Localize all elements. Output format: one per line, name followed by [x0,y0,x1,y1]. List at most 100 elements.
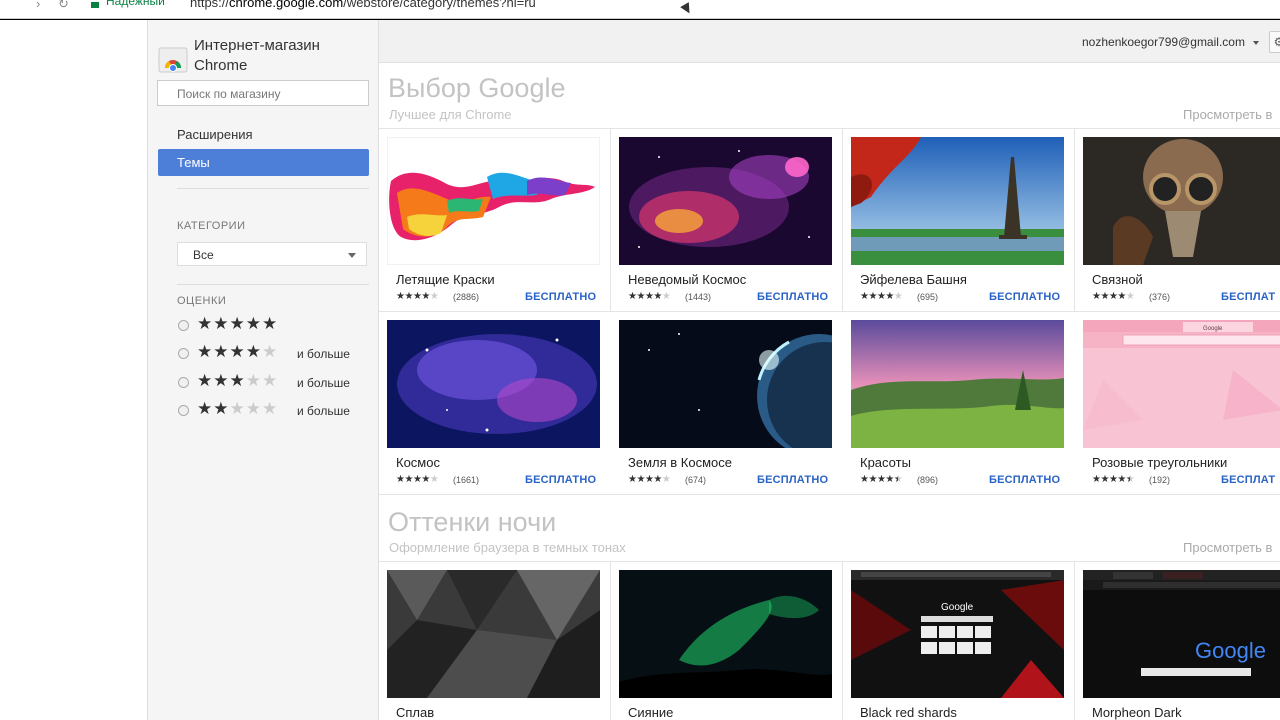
price-label[interactable]: БЕСПЛАТНО [757,474,828,486]
review-count: (2886) [453,292,480,302]
theme-card[interactable]: Сплав [379,562,611,720]
theme-thumbnail [1083,137,1280,265]
theme-card[interactable]: Неведомый Космос ★★★★★ (1443) БЕСПЛАТНО [611,129,843,312]
store-title[interactable]: Интернет-магазин Chrome [194,36,374,76]
theme-card[interactable]: Google Black red shards [843,562,1075,720]
price-label[interactable]: БЕСПЛАТ [1221,474,1275,486]
address-bar[interactable]: › ↻ Надежный https://chrome.google.com/w… [0,0,1280,19]
rating-filter-2[interactable]: ★★★★★ и больше [177,399,377,422]
lock-icon [91,2,99,8]
star-filled-icon: ★ [197,342,214,361]
theme-name[interactable]: Эйфелева Башня [860,272,967,287]
star-filled-icon: ★ [229,314,246,333]
theme-name[interactable]: Розовые треугольники [1092,455,1227,470]
star-empty-icon: ★ [661,291,671,302]
theme-stars: ★★★★★ [396,474,439,485]
account-email[interactable]: nozhenkoegor799@gmail.com [1082,35,1245,49]
theme-name[interactable]: Black red shards [860,705,957,720]
star-filled-icon: ★ [245,342,262,361]
price-label[interactable]: БЕСПЛАТНО [757,291,828,303]
theme-name[interactable]: Связной [1092,272,1143,287]
star-filled-icon: ★ [1117,291,1126,302]
thumb-google-text: Google [1195,638,1266,663]
star-rating: ★★★★★ [197,342,278,362]
gear-icon[interactable]: ⚙ [1269,31,1280,53]
price-label[interactable]: БЕСПЛАТНО [989,474,1060,486]
theme-thumbnail [387,570,600,698]
divider [379,494,1280,495]
category-select[interactable]: Все [177,242,367,266]
star-filled-icon: ★ [421,291,430,302]
reload-icon[interactable]: ↻ [58,0,69,12]
theme-name[interactable]: Красоты [860,455,911,470]
rating-filter-4[interactable]: ★★★★★ и больше [177,342,377,365]
theme-stars: ★★★★★ [860,291,903,302]
theme-name[interactable]: Morpheon Dark [1092,705,1182,720]
theme-card[interactable]: Космос ★★★★★ (1661) БЕСПЛАТНО [379,312,611,495]
theme-card[interactable]: Google Morpheon Dark [1075,562,1280,720]
theme-thumbnail: Google [1083,570,1280,698]
divider [177,284,369,285]
url-host: chrome.google.com [229,0,344,10]
radio-button[interactable] [178,320,189,331]
star-rating: ★★★★★ [197,314,278,334]
theme-card[interactable]: Сияние [611,562,843,720]
theme-thumbnail [619,137,832,265]
theme-name[interactable]: Земля в Космосе [628,455,732,470]
price-label[interactable]: БЕСПЛАТНО [989,291,1060,303]
rating-filter-3[interactable]: ★★★★★ и больше [177,371,377,394]
theme-name[interactable]: Летящие Краски [396,272,495,287]
section-subtitle: Лучшее для Chrome [389,107,512,122]
chevron-down-icon[interactable] [1253,41,1259,45]
radio-button[interactable] [178,405,189,416]
theme-name[interactable]: Неведомый Космос [628,272,746,287]
theme-card[interactable]: Красоты ★★★★★ (896) БЕСПЛАТНО [843,312,1075,495]
rating-filter-5[interactable]: ★★★★★ [177,314,377,337]
price-label[interactable]: БЕСПЛАТ [1221,291,1275,303]
star-empty-icon: ★ [245,371,262,390]
theme-stars: ★★★★★ [860,474,903,485]
price-label[interactable]: БЕСПЛАТНО [525,474,596,486]
star-filled-icon: ★ [885,474,894,485]
theme-card[interactable]: Летящие Краски ★★★★★ (2886) БЕСПЛАТНО [379,129,611,312]
review-count: (896) [917,475,939,485]
url-text[interactable]: https://chrome.google.com/webstore/categ… [190,0,536,10]
theme-stars: ★★★★★ [1092,291,1135,302]
star-filled-icon: ★ [653,291,662,302]
theme-card[interactable]: Связной ★★★★★ (376) БЕСПЛАТ [1075,129,1280,312]
theme-name[interactable]: Космос [396,455,440,470]
secure-label: Надежный [106,0,165,8]
radio-button[interactable] [178,377,189,388]
thumb-google-text: Google [1203,326,1223,332]
star-empty-icon: ★ [429,474,439,485]
star-filled-icon: ★ [262,314,279,333]
theme-name[interactable]: Сияние [628,705,673,720]
star-empty-icon: ★ [661,474,671,485]
forward-icon[interactable]: › [36,0,40,11]
star-filled-icon: ★ [868,474,877,485]
theme-card[interactable]: Эйфелева Башня ★★★★★ (695) БЕСПЛАТНО [843,129,1075,312]
theme-card[interactable]: Google Розовые треугольники ★★★★★ (192) … [1075,312,1280,495]
theme-thumbnail [387,320,600,448]
theme-card[interactable]: Земля в Космосе ★★★★★ (674) БЕСПЛАТНО [611,312,843,495]
section-title: Оттенки ночи [388,507,557,537]
star-empty-icon: ★ [262,371,279,390]
star-empty-icon: ★ [893,291,903,302]
star-filled-icon: ★ [421,474,430,485]
browser-chrome: › ↻ Надежный https://chrome.google.com/w… [0,0,1280,20]
theme-stars: ★★★★★ [1092,474,1135,485]
theme-name[interactable]: Сплав [396,705,434,720]
view-all-link[interactable]: Просмотреть в [1183,107,1272,122]
rating-more-label: и больше [297,404,350,418]
nav-extensions[interactable]: Расширения [158,121,369,148]
radio-button[interactable] [178,348,189,359]
category-selected-value: Все [193,248,214,262]
rating-more-label: и больше [297,376,350,390]
nav-themes[interactable]: Темы [158,149,369,176]
star-filled-icon: ★ [885,291,894,302]
price-label[interactable]: БЕСПЛАТНО [525,291,596,303]
star-filled-icon: ★ [1100,474,1109,485]
search-input[interactable]: Поиск по магазину [157,80,369,106]
section-subtitle: Оформление браузера в темных тонах [389,540,626,555]
view-all-link[interactable]: Просмотреть в [1183,540,1272,555]
